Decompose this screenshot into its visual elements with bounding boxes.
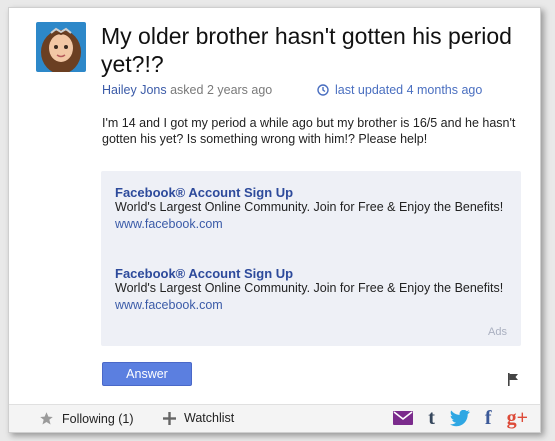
following-button[interactable]: Following (1) bbox=[39, 411, 134, 426]
ad-text: World's Largest Online Community. Join f… bbox=[115, 200, 504, 214]
question-card: My older brother hasn't gotten his perio… bbox=[8, 7, 541, 433]
ad-url[interactable]: www.facebook.com bbox=[115, 217, 507, 232]
ads-label: Ads bbox=[488, 326, 507, 338]
answer-button[interactable]: Answer bbox=[102, 362, 192, 386]
question-title: My older brother hasn't gotten his perio… bbox=[101, 23, 512, 77]
plus-icon bbox=[163, 411, 176, 425]
twitter-icon[interactable] bbox=[449, 409, 470, 427]
facebook-icon[interactable]: f bbox=[485, 408, 492, 428]
watchlist-button[interactable]: Watchlist bbox=[163, 411, 234, 425]
question-meta: Hailey Jons asked 2 years ago bbox=[102, 83, 272, 97]
ad-url[interactable]: www.facebook.com bbox=[115, 298, 507, 313]
ad-item[interactable]: Facebook® Account Sign Up World's Larges… bbox=[115, 266, 507, 313]
tumblr-icon[interactable]: t bbox=[428, 408, 435, 428]
author-link[interactable]: Hailey Jons bbox=[102, 83, 167, 97]
last-updated-text: last updated 4 months ago bbox=[335, 83, 483, 97]
flag-icon[interactable] bbox=[507, 373, 519, 391]
watchlist-label: Watchlist bbox=[184, 411, 235, 425]
star-icon bbox=[40, 412, 53, 425]
ad-title[interactable]: Facebook® Account Sign Up bbox=[115, 266, 507, 281]
ads-panel: Facebook® Account Sign Up World's Larges… bbox=[101, 171, 521, 346]
question-body: I'm 14 and I got my period a while ago b… bbox=[102, 116, 516, 146]
mail-icon[interactable] bbox=[393, 411, 414, 425]
last-updated: last updated 4 months ago bbox=[317, 83, 482, 97]
social-share: t f g+ bbox=[393, 408, 528, 428]
ad-title[interactable]: Facebook® Account Sign Up bbox=[115, 185, 507, 200]
following-label: Following (1) bbox=[62, 411, 134, 426]
asked-time: asked 2 years ago bbox=[170, 83, 273, 97]
googleplus-icon[interactable]: g+ bbox=[507, 408, 528, 428]
ad-text: World's Largest Online Community. Join f… bbox=[115, 281, 504, 295]
ad-item[interactable]: Facebook® Account Sign Up World's Larges… bbox=[115, 185, 507, 232]
avatar[interactable] bbox=[36, 22, 86, 72]
clock-icon bbox=[317, 84, 329, 96]
footer-bar: Following (1) Watchlist t f g+ bbox=[9, 404, 540, 432]
